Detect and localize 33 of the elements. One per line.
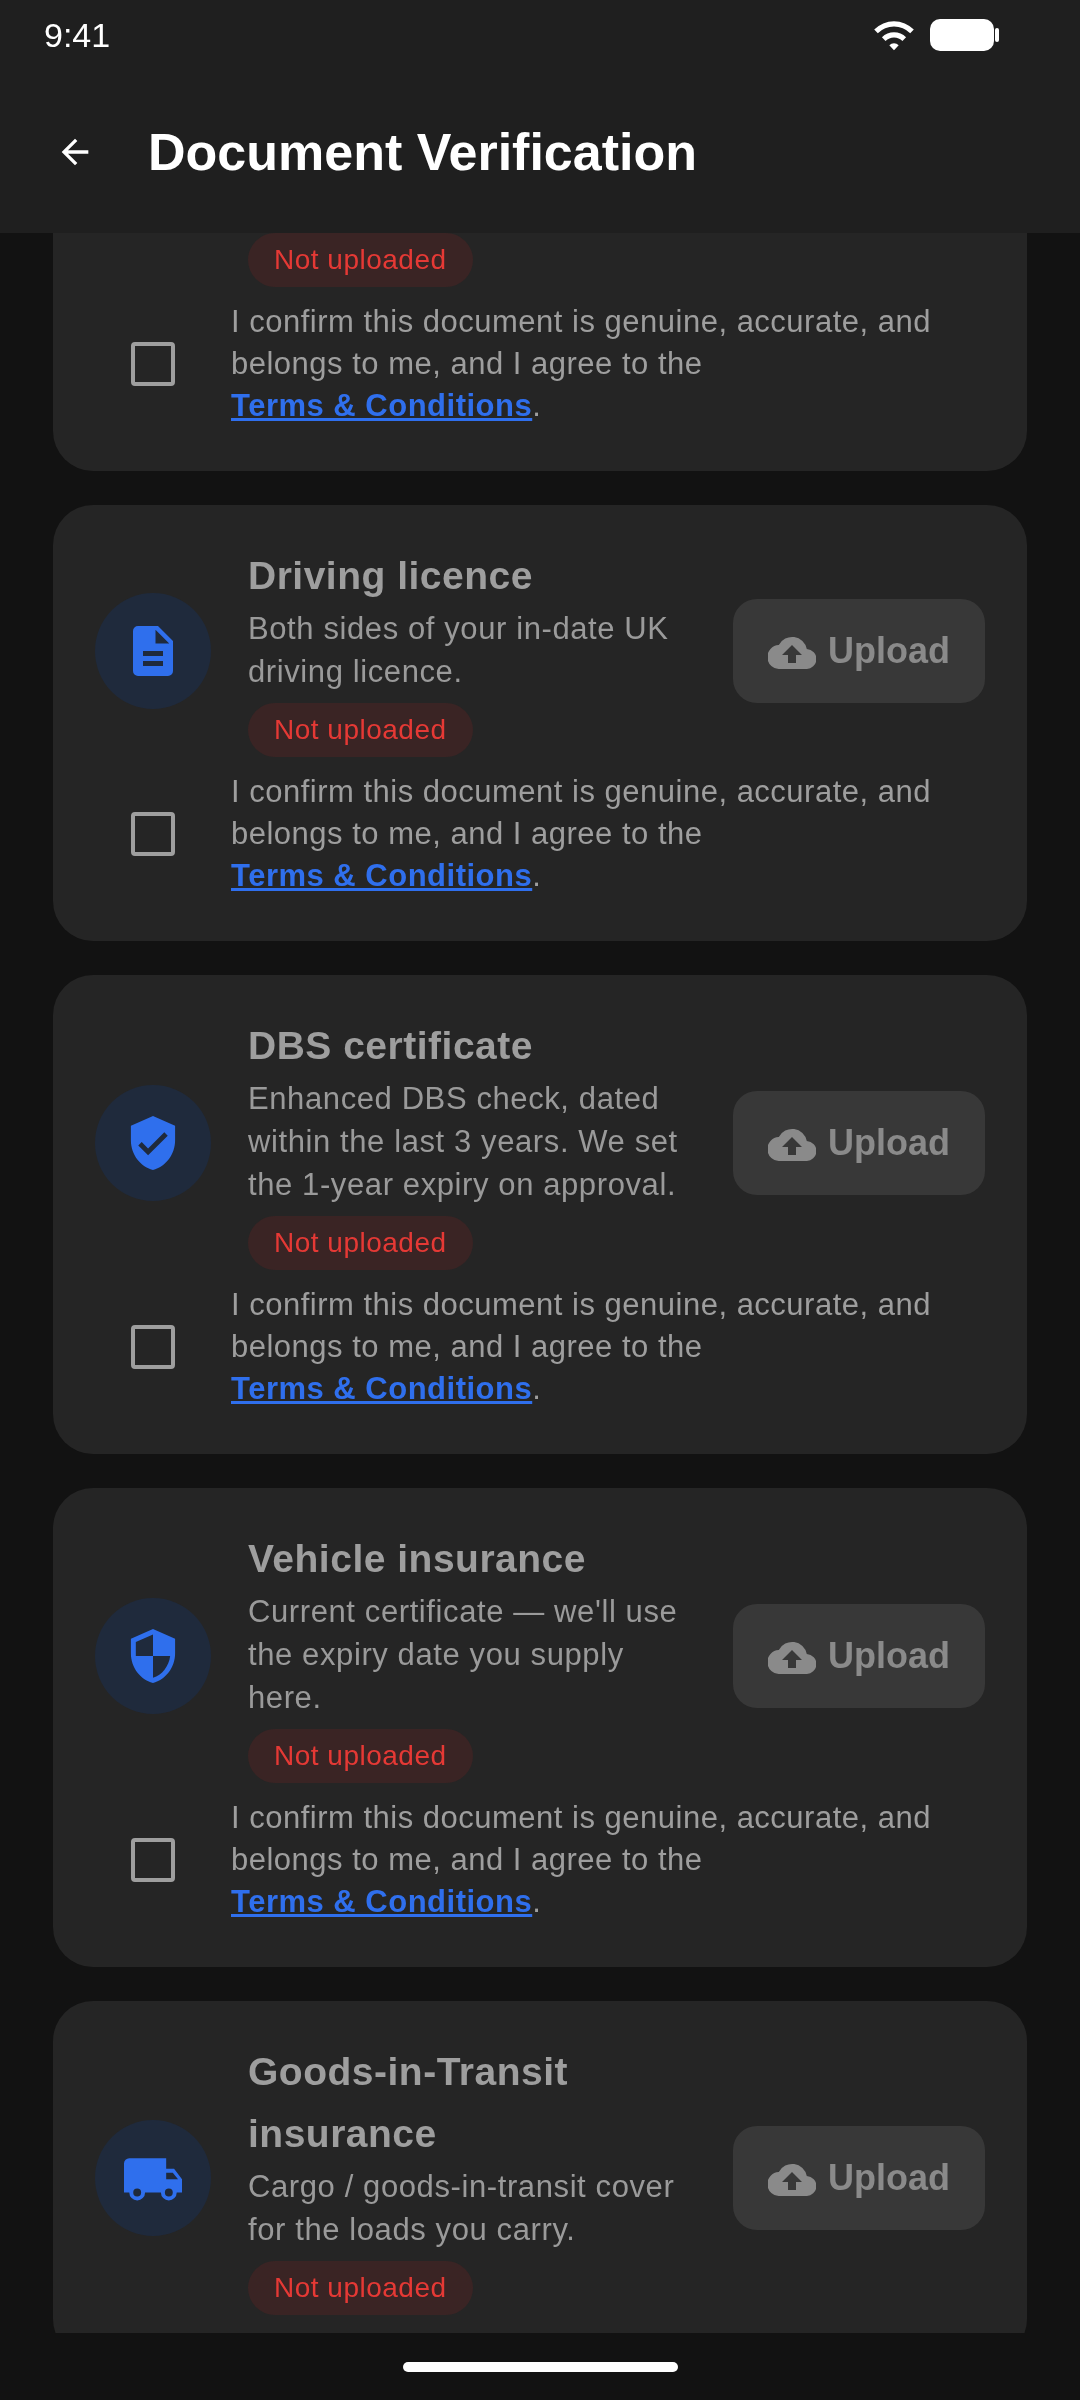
document-description: Enhanced DBS check, dated within the last 3 years. We set the 1-year expiry on approval. xyxy=(248,1080,679,1204)
terms-link[interactable]: Terms & Conditions xyxy=(231,858,533,893)
document-title: Driving licence xyxy=(248,553,533,599)
consent-text: I confirm this document is genuine, accurate, and belongs to me, and I agree to the Terms & Conditions. xyxy=(230,1799,932,1921)
terms-link[interactable]: Terms & Conditions xyxy=(231,388,533,423)
shield-check-icon xyxy=(130,1115,176,1170)
document-title: DBS certificate xyxy=(248,1023,533,1069)
status-badge: Not uploaded xyxy=(248,703,473,757)
document-description: Cargo / goods-in-transit cover for the loads you carry. xyxy=(248,2168,676,2249)
shield-icon xyxy=(130,1628,176,1683)
document-title: Vehicle insurance xyxy=(248,1536,586,1582)
document-title: Goods-in-Transit insurance xyxy=(248,2049,569,2157)
consent-checkbox[interactable] xyxy=(131,812,175,856)
consent-text: I confirm this document is genuine, accurate, and belongs to me, and I agree to the Terms & Conditions. xyxy=(230,1286,932,1408)
page-title: Document Verification xyxy=(148,121,697,182)
document-icon xyxy=(133,626,173,676)
consent-text: I confirm this document is genuine, accurate, and belongs to me, and I agree to the Terms & Conditions. xyxy=(230,773,932,895)
consent-checkbox[interactable] xyxy=(131,342,175,386)
consent-text: I confirm this document is genuine, accurate, and belongs to me, and I agree to the Terms & Conditions. xyxy=(230,303,932,425)
document-description: Both sides of your in-date UK driving licence. xyxy=(248,610,670,691)
home-indicator[interactable] xyxy=(402,2361,678,2372)
status-badge: Not uploaded xyxy=(248,2261,473,2315)
terms-link[interactable]: Terms & Conditions xyxy=(231,1884,533,1919)
status-time: 9:41 xyxy=(44,15,111,55)
truck-icon xyxy=(124,2155,182,2201)
consent-checkbox[interactable] xyxy=(131,1838,175,1882)
status-badge: Not uploaded xyxy=(248,233,473,287)
status-badge: Not uploaded xyxy=(248,1216,473,1270)
terms-link[interactable]: Terms & Conditions xyxy=(231,1371,533,1406)
status-badge: Not uploaded xyxy=(248,1729,473,1783)
battery-icon xyxy=(930,17,1000,53)
consent-checkbox[interactable] xyxy=(131,1325,175,1369)
document-description: Current certificate — we'll use the expiry date you supply here. xyxy=(248,1593,679,1717)
